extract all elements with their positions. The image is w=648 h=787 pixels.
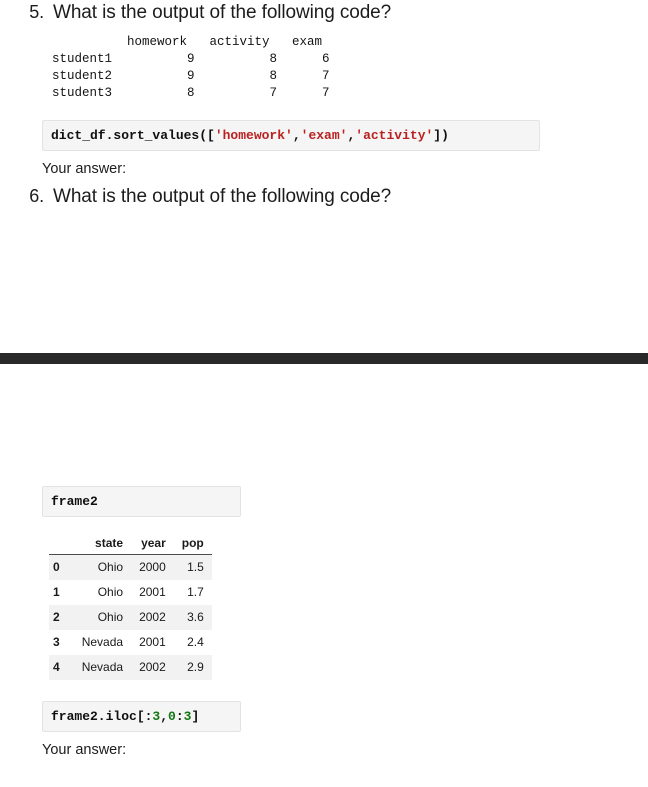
text-output-row: student3 8 7 7 [52, 86, 330, 100]
row-index: 2 [49, 605, 74, 630]
row-index: 0 [49, 554, 74, 580]
cell-pop: 1.5 [173, 554, 212, 580]
cell-pop: 3.6 [173, 605, 212, 630]
code-token-number: 0 [168, 709, 176, 724]
row-index: 3 [49, 630, 74, 655]
text-output-row: student2 9 8 7 [52, 69, 330, 83]
cell-state: Nevada [73, 655, 132, 680]
column-header-state: state [73, 531, 132, 555]
column-header-year: year [131, 531, 174, 555]
frame2-dataframe-table: state year pop 0 Ohio 2000 1.5 1 Ohio 20… [49, 531, 212, 680]
cell-state: Ohio [73, 605, 132, 630]
row-index: 4 [49, 655, 74, 680]
frame2-block: frame2 state year pop 0 Ohio 2000 1.5 1 … [0, 486, 648, 758]
cell-state: Ohio [73, 554, 132, 580]
code-token-string: 'activity' [355, 128, 434, 143]
question-6-text: What is the output of the following code… [53, 186, 392, 207]
code-cell-q6[interactable]: frame2.iloc[:3,0:3] [42, 701, 241, 732]
your-answer-label-q5: Your answer: [42, 161, 127, 177]
question-5-number: 5. [29, 2, 44, 22]
cell-year: 2001 [131, 630, 174, 655]
dataframe-text-output-panel: homework activity exam student1 9 8 6 st… [0, 28, 539, 110]
code-token-name: frame2 [51, 494, 98, 509]
cell-year: 2001 [131, 580, 174, 605]
code-token-op: , [160, 709, 169, 724]
code-token-op: ] [191, 709, 200, 724]
code-token-op: , [292, 128, 301, 143]
table-head: state year pop [49, 531, 212, 555]
table-row: 1 Ohio 2001 1.7 [49, 580, 212, 605]
code-token-string: 'exam' [300, 128, 348, 143]
table-header-row: state year pop [49, 531, 212, 555]
row-index: 1 [49, 580, 74, 605]
code-token-string: 'homework' [214, 128, 293, 143]
question-6-block: 6. What is the output of the following c… [0, 186, 648, 208]
text-output-header: homework activity exam [52, 35, 323, 49]
code-cell-q5[interactable]: dict_df.sort_values(['homework','exam','… [42, 120, 540, 151]
table-row: 2 Ohio 2002 3.6 [49, 605, 212, 630]
cell-year: 2002 [131, 605, 174, 630]
cell-state: Ohio [73, 580, 132, 605]
code-token-op: ]) [433, 128, 449, 143]
question-5-block: 5. What is the output of the following c… [0, 2, 648, 177]
cell-year: 2000 [131, 554, 174, 580]
cell-state: Nevada [73, 630, 132, 655]
code-token-op: : [175, 709, 184, 724]
question-6-number: 6. [29, 186, 44, 206]
question-6-heading: 6. What is the output of the following c… [0, 186, 648, 208]
question-5-text: What is the output of the following code… [53, 2, 392, 23]
code-cell-frame2-label[interactable]: frame2 [42, 486, 241, 517]
table-row: 3 Nevada 2001 2.4 [49, 630, 212, 655]
column-header-pop: pop [173, 531, 212, 555]
table-row: 0 Ohio 2000 1.5 [49, 554, 212, 580]
code-token-name: dict_df.sort_values([ [51, 128, 215, 143]
table-row: 4 Nevada 2002 2.9 [49, 655, 212, 680]
your-answer-label-q6: Your answer: [42, 742, 127, 758]
cell-pop: 2.9 [173, 655, 212, 680]
text-output-row: student1 9 8 6 [52, 52, 330, 66]
cell-year: 2002 [131, 655, 174, 680]
cell-pop: 2.4 [173, 630, 212, 655]
table-body: 0 Ohio 2000 1.5 1 Ohio 2001 1.7 2 Ohio 2… [49, 554, 212, 680]
dataframe-text-output: homework activity exam student1 9 8 6 st… [0, 28, 539, 110]
code-token-name: frame2.iloc[: [51, 709, 153, 724]
question-5-heading: 5. What is the output of the following c… [0, 2, 648, 24]
cell-pop: 1.7 [173, 580, 212, 605]
page-divider-bar [0, 353, 648, 364]
column-header-index [49, 531, 74, 555]
